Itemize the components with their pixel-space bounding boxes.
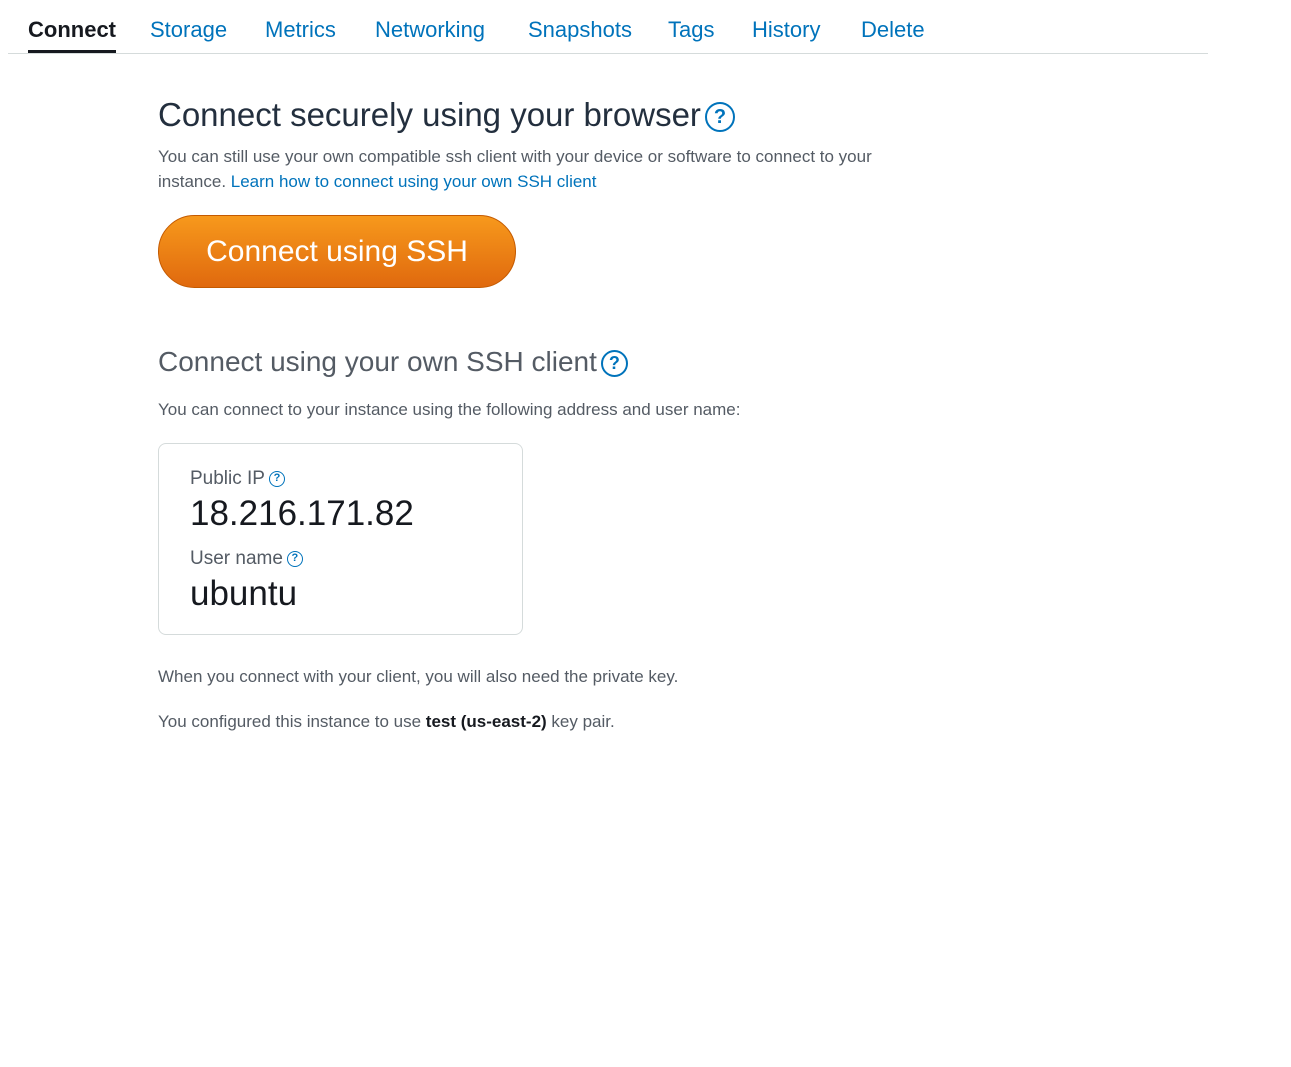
help-icon[interactable]: ?: [286, 550, 303, 567]
connect-using-ssh-button[interactable]: Connect using SSH: [158, 215, 516, 288]
user-name-label-text: User name: [190, 548, 283, 569]
key-pair-info: You configured this instance to use test…: [158, 709, 898, 734]
public-ip-label: Public IP?: [190, 467, 285, 491]
public-ip-label-text: Public IP: [190, 468, 265, 489]
tab-networking[interactable]: Networking: [375, 15, 485, 45]
ssh-client-heading: Connect using your own SSH client?: [158, 343, 628, 381]
key-pair-name: test (us-east-2): [425, 712, 547, 731]
tab-bar: Connect Storage Metrics Networking Snaps…: [8, 0, 1208, 54]
key-pair-prefix: You configured this instance to use: [158, 712, 426, 731]
tab-history[interactable]: History: [752, 15, 820, 45]
tab-storage[interactable]: Storage: [150, 15, 227, 45]
browser-connect-description: You can still use your own compatible ss…: [158, 144, 898, 194]
help-icon[interactable]: ?: [268, 470, 285, 487]
browser-connect-heading: Connect securely using your browser?: [158, 94, 735, 136]
user-name-label: User name?: [190, 547, 303, 571]
user-name-value: ubuntu: [190, 574, 298, 613]
ssh-client-heading-text: Connect using your own SSH client: [158, 346, 597, 377]
tab-delete[interactable]: Delete: [861, 15, 925, 45]
public-ip-value: 18.216.171.82: [190, 494, 414, 533]
tab-snapshots[interactable]: Snapshots: [528, 15, 632, 45]
browser-connect-heading-text: Connect securely using your browser: [158, 96, 701, 133]
help-icon[interactable]: ?: [600, 350, 628, 378]
tab-metrics[interactable]: Metrics: [265, 15, 336, 45]
ssh-client-description: You can connect to your instance using t…: [158, 400, 741, 419]
help-icon[interactable]: ?: [704, 102, 735, 133]
key-pair-suffix: key pair.: [546, 712, 615, 731]
tab-connect[interactable]: Connect: [28, 15, 116, 53]
tab-tags[interactable]: Tags: [668, 15, 714, 45]
learn-ssh-client-link[interactable]: Learn how to connect using your own SSH …: [231, 172, 597, 191]
connection-details-card: Public IP? 18.216.171.82 User name? ubun…: [158, 443, 523, 635]
private-key-note: When you connect with your client, you w…: [158, 667, 679, 686]
